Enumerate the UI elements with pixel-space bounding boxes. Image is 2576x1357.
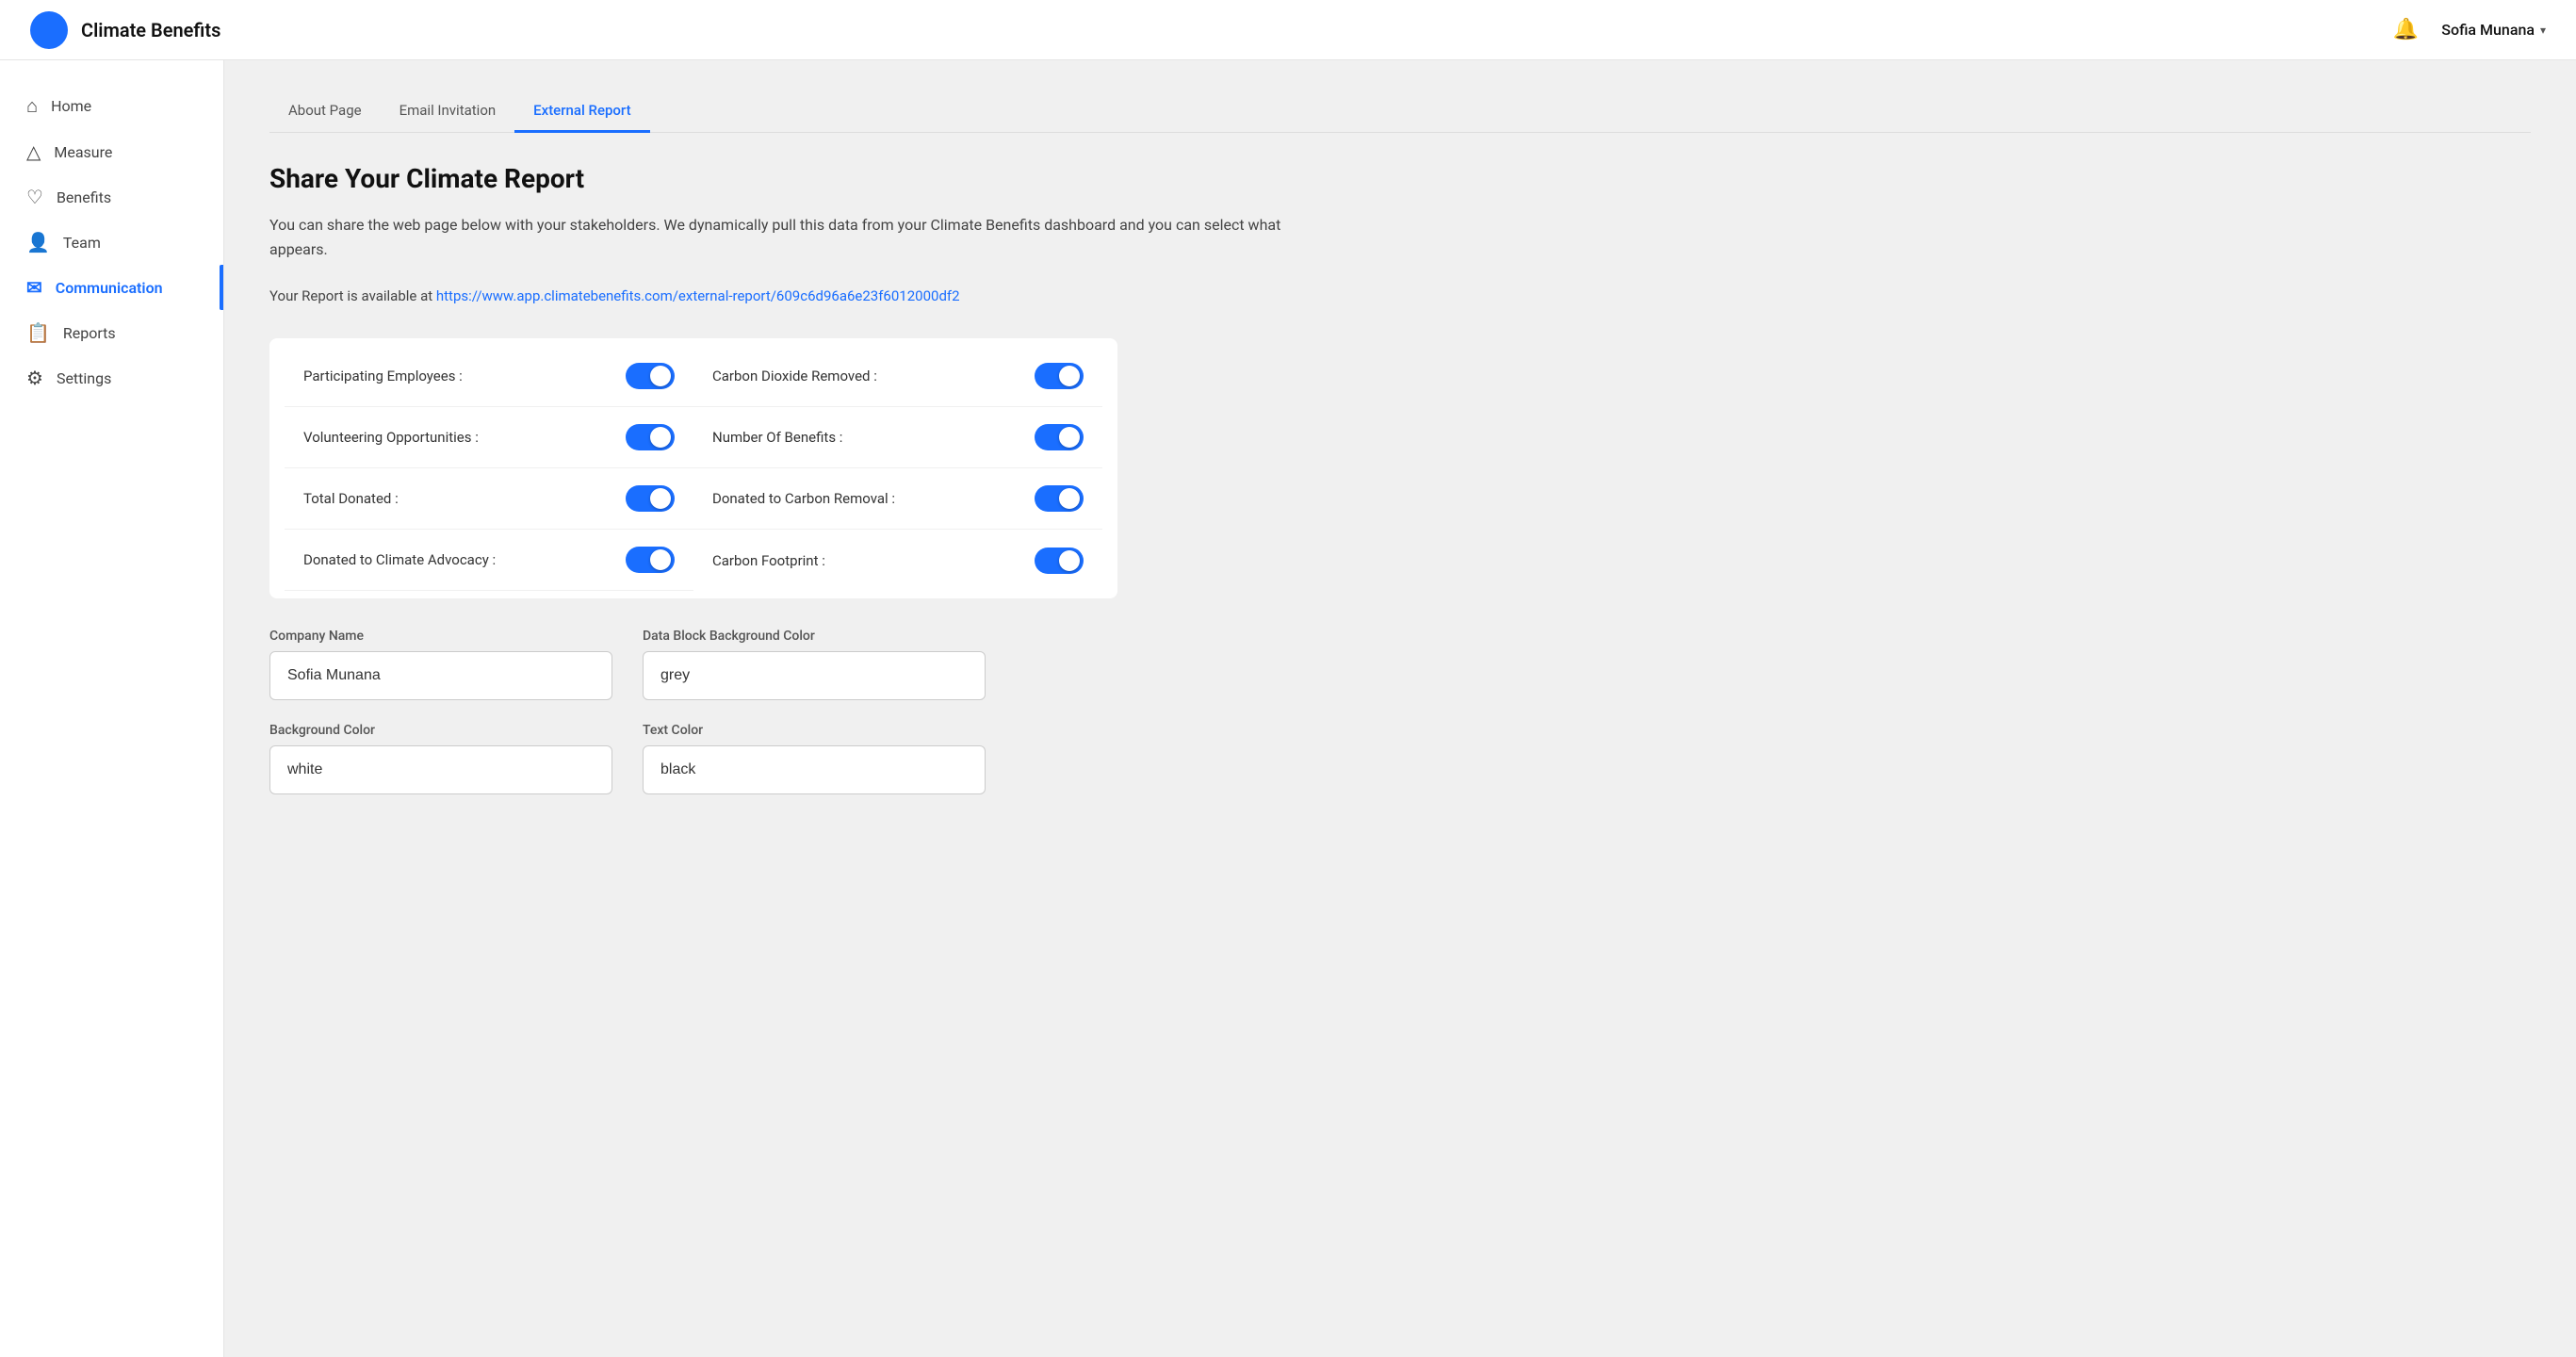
report-link-row: Your Report is available at https://www.… [269, 287, 2531, 304]
report-link-label: Your Report is available at [269, 287, 432, 304]
data-block-bg-label: Data Block Background Color [643, 629, 986, 644]
chevron-down-icon: ▾ [2540, 24, 2546, 37]
sidebar-item-home[interactable]: ⌂ Home [0, 83, 223, 129]
toggle-row-total-donated: Total Donated : [285, 468, 693, 530]
toggle-label: Number Of Benefits : [712, 429, 842, 446]
bg-color-label: Background Color [269, 723, 612, 738]
data-block-bg-input[interactable] [643, 651, 986, 700]
toggle-label: Carbon Footprint : [712, 552, 825, 569]
toggle-label: Donated to Climate Advocacy : [303, 551, 496, 568]
sidebar-item-label: Settings [57, 369, 111, 387]
sidebar-item-benefits[interactable]: ♡ Benefits [0, 174, 223, 220]
toggle-label: Participating Employees : [303, 368, 463, 384]
toggle-row-footprint: Carbon Footprint : [693, 530, 1102, 591]
toggle-donated-carbon-removal[interactable] [1035, 485, 1084, 512]
home-icon: ⌂ [26, 94, 38, 118]
topnav-actions: 🔔 Sofia Munana ▾ [2393, 18, 2546, 41]
main-content: About Page Email Invitation External Rep… [224, 60, 2576, 1357]
toggle-row-donated-carbon: Donated to Carbon Removal : [693, 468, 1102, 530]
tab-email[interactable]: Email Invitation [381, 90, 515, 133]
form-group-text-color: Text Color [643, 723, 986, 794]
sidebar: ⌂ Home △ Measure ♡ Benefits 👤 Team ✉ Com… [0, 60, 224, 1357]
reports-icon: 📋 [26, 321, 50, 344]
toggle-volunteering-opportunities[interactable] [626, 424, 675, 450]
toggle-participating-employees[interactable] [626, 363, 675, 389]
toggle-row-volunteering: Volunteering Opportunities : [285, 407, 693, 468]
sidebar-item-team[interactable]: 👤 Team [0, 220, 223, 265]
sidebar-item-label: Team [63, 234, 101, 252]
sidebar-item-measure[interactable]: △ Measure [0, 129, 223, 174]
measure-icon: △ [26, 140, 41, 163]
toggle-number-of-benefits[interactable] [1035, 424, 1084, 450]
text-color-input[interactable] [643, 745, 986, 794]
app-title: Climate Benefits [81, 19, 220, 41]
team-icon: 👤 [26, 231, 50, 253]
company-name-label: Company Name [269, 629, 612, 644]
report-url-link[interactable]: https://www.app.climatebenefits.com/exte… [436, 287, 960, 304]
tab-external-report[interactable]: External Report [514, 90, 649, 133]
user-name: Sofia Munana [2441, 21, 2535, 39]
toggle-carbon-dioxide-removed[interactable] [1035, 363, 1084, 389]
form-group-company-name: Company Name [269, 629, 612, 700]
top-navigation: Climate Benefits 🔔 Sofia Munana ▾ [0, 0, 2576, 60]
toggle-total-donated[interactable] [626, 485, 675, 512]
settings-icon: ⚙ [26, 367, 43, 389]
toggle-label: Donated to Carbon Removal : [712, 490, 895, 507]
user-menu[interactable]: Sofia Munana ▾ [2441, 21, 2546, 39]
text-color-label: Text Color [643, 723, 986, 738]
form-grid: Company Name Data Block Background Color… [269, 629, 986, 794]
sidebar-item-settings[interactable]: ⚙ Settings [0, 355, 223, 401]
background-color-input[interactable] [269, 745, 612, 794]
toggle-label: Total Donated : [303, 490, 399, 507]
sidebar-item-label: Home [51, 97, 91, 115]
heart-icon: ♡ [26, 186, 43, 208]
toggle-row-participating: Participating Employees : [285, 346, 693, 407]
toggle-row-benefits: Number Of Benefits : [693, 407, 1102, 468]
form-group-data-block-bg: Data Block Background Color [643, 629, 986, 700]
page-title: Share Your Climate Report [269, 163, 2531, 194]
sidebar-item-reports[interactable]: 📋 Reports [0, 310, 223, 355]
toggle-row-advocacy: Donated to Climate Advocacy : [285, 530, 693, 591]
sidebar-item-label: Reports [63, 324, 116, 342]
main-layout: ⌂ Home △ Measure ♡ Benefits 👤 Team ✉ Com… [0, 60, 2576, 1357]
sidebar-item-label: Measure [54, 143, 112, 161]
topnav-brand: Climate Benefits [30, 11, 220, 49]
form-group-bg-color: Background Color [269, 723, 612, 794]
bell-icon[interactable]: 🔔 [2393, 18, 2419, 41]
toggle-label: Carbon Dioxide Removed : [712, 368, 877, 384]
communication-icon: ✉ [26, 276, 42, 299]
toggle-carbon-footprint[interactable] [1035, 548, 1084, 574]
page-description: You can share the web page below with yo… [269, 213, 1306, 261]
toggle-donated-climate-advocacy[interactable] [626, 547, 675, 573]
sidebar-item-label: Benefits [57, 188, 111, 206]
toggle-label: Volunteering Opportunities : [303, 429, 479, 446]
tab-about[interactable]: About Page [269, 90, 381, 133]
tab-bar: About Page Email Invitation External Rep… [269, 90, 2531, 133]
sidebar-item-communication[interactable]: ✉ Communication [0, 265, 223, 310]
logo-icon [30, 11, 68, 49]
toggles-grid: Participating Employees : Carbon Dioxide… [269, 338, 1117, 598]
company-name-input[interactable] [269, 651, 612, 700]
sidebar-item-label: Communication [56, 279, 163, 297]
toggle-row-co2: Carbon Dioxide Removed : [693, 346, 1102, 407]
